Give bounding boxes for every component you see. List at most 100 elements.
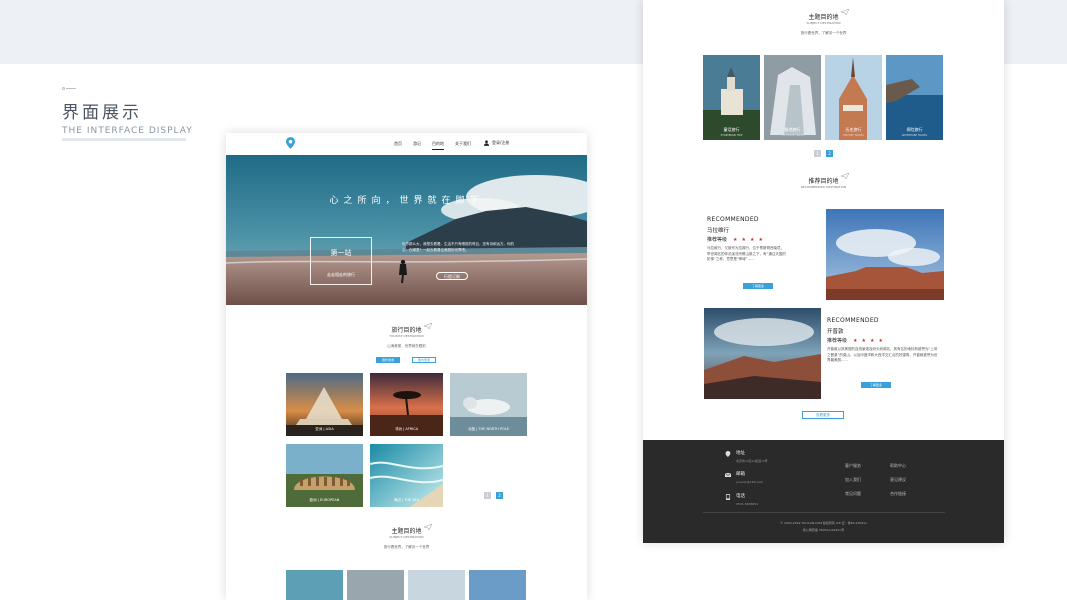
hero-box-subtitle: 走走相走的旅行 bbox=[327, 272, 355, 277]
star-rating-icon: ★★★★ bbox=[733, 236, 767, 243]
domestic-travel-button[interactable]: 国内旅游 bbox=[412, 357, 436, 363]
card-label-cn: 海边 bbox=[393, 498, 401, 502]
footer-phone-value: 0531-5465654 bbox=[736, 502, 759, 506]
star-rating-icon: ★★★★ bbox=[853, 337, 887, 344]
subject-pagination: 1 2 bbox=[814, 150, 838, 157]
subject-section-desc: 旅行看世界，了解另一个世界 bbox=[383, 545, 430, 549]
footer-email-value[interactable]: youcan@163.com bbox=[736, 480, 763, 484]
hero-first-stop-box: 第一站 走走相走的旅行 bbox=[310, 237, 372, 285]
footer-phone-label: 电话 bbox=[736, 494, 745, 499]
recommend-tag: RECOMMENDED bbox=[827, 317, 879, 324]
card-label-en: STORYBOOK TRIP bbox=[720, 134, 743, 137]
subject-card-thumb[interactable] bbox=[347, 570, 404, 600]
footer-email-label: 邮箱 bbox=[736, 472, 745, 477]
location-pin-logo-icon[interactable] bbox=[286, 137, 295, 149]
hero-banner: 心之所向，世界就在脚下 第一站 走走相走的旅行 世界那么大，我想去看看。生活不只… bbox=[226, 155, 587, 305]
subject-card-storybook[interactable]: 童话旅行 STORYBOOK TRIP bbox=[703, 55, 760, 140]
tourist-pagination: 1 2 bbox=[484, 492, 508, 499]
footer-address-label: 地址 bbox=[736, 451, 745, 456]
footer-icp: 鲁公网安备 3505xxx024xx号 bbox=[802, 528, 845, 532]
destination-card-europe[interactable]: 欧洲 | EUROPEAN bbox=[286, 444, 363, 507]
nav-item-destinations[interactable]: 目的地 bbox=[432, 141, 444, 150]
destination-card-africa[interactable]: 非洲 | AFRICA bbox=[370, 373, 443, 436]
custom-trip-button[interactable]: 行程订制 bbox=[436, 272, 468, 280]
page-1-button[interactable]: 1 bbox=[484, 492, 491, 499]
paper-plane-icon bbox=[424, 524, 432, 530]
footer-link-customer-service[interactable]: 客户服务 bbox=[845, 463, 861, 469]
level-label: 推荐等级 bbox=[707, 237, 728, 243]
subject-card-polar[interactable]: 极地旅行 THE POLAR TRAVEL bbox=[764, 55, 821, 140]
subject-card-thumb[interactable] bbox=[286, 570, 343, 600]
card-label-en: THE SEA bbox=[404, 498, 420, 502]
top-navbar: 首页 游记 目的地 关于我们 登录/注册 bbox=[226, 133, 587, 155]
destination-card-asia[interactable]: 亚洲 | ASIA bbox=[286, 373, 363, 436]
user-icon bbox=[484, 140, 489, 146]
recommend-photo-capetown[interactable] bbox=[704, 308, 821, 399]
recommend-photo-canyon[interactable] bbox=[826, 209, 944, 300]
paper-plane-icon bbox=[841, 9, 849, 15]
footer-copyright: © 2003-2019 YOUCAN.COM 版权所有 ICP 证：鲁B2-20… bbox=[780, 521, 867, 525]
hero-beach-image bbox=[226, 155, 587, 305]
subject-section-title: 主题目的地 bbox=[391, 528, 422, 535]
card-label-en: AFRICA bbox=[405, 427, 419, 431]
recommend-desc: 马拉维行，又被作为拉姆行，位于蔡斯哥西南境，举世闻名的伴浓溪流宗教山脉之下，有“… bbox=[707, 246, 786, 261]
page-1-button[interactable]: 1 bbox=[814, 150, 821, 157]
learn-more-button[interactable]: 了解更多 bbox=[743, 283, 773, 289]
canyon-sky-image bbox=[826, 209, 944, 300]
card-label-en: ASIA bbox=[325, 427, 334, 431]
tourist-section-subtitle: TOURIST DESTINATION bbox=[389, 334, 424, 338]
footer-link-feedback[interactable]: 意见建议 bbox=[890, 477, 906, 483]
hero-box-title: 第一站 bbox=[330, 249, 352, 257]
hero-title: 心之所向，世界就在脚下 bbox=[329, 196, 484, 206]
homepage-mockup: 首页 游记 目的地 关于我们 登录/注册 心之所向，世界就在脚下 第一站 走走相… bbox=[226, 133, 587, 600]
view-more-button[interactable]: 查看更多 bbox=[802, 411, 844, 419]
location-pin-icon bbox=[725, 451, 731, 457]
card-label-cn: 非洲 bbox=[394, 427, 402, 431]
nav-menu: 首页 游记 目的地 关于我们 bbox=[394, 141, 482, 150]
footer-address: 地址北京市xx区xx街道xx号 bbox=[725, 450, 768, 463]
learn-more-button[interactable]: 了解更多 bbox=[861, 382, 891, 388]
footer-link-join-us[interactable]: 加入我们 bbox=[845, 477, 861, 483]
nav-item-travel-notes[interactable]: 游记 bbox=[413, 141, 421, 147]
subject-card-history[interactable]: 历史旅行 HISTORY TRAVEL bbox=[825, 55, 882, 140]
page-2-button[interactable]: 2 bbox=[496, 492, 503, 499]
recommend-level: 推荐等级 ★★★★ bbox=[707, 236, 767, 244]
card-label-cn: 北极 bbox=[468, 427, 476, 431]
card-label-en: THE POLAR TRAVEL bbox=[780, 134, 805, 137]
footer-address-value: 北京市xx区xx街道xx号 bbox=[736, 459, 768, 463]
card-label-cn: 探险旅行 bbox=[906, 127, 923, 132]
footer-link-help-center[interactable]: 帮助中心 bbox=[890, 463, 906, 469]
showcase-subtitle: THE INTERFACE DISPLAY bbox=[62, 126, 193, 136]
footer-divider bbox=[703, 512, 945, 513]
subject-section-desc: 旅行看世界，了解另一个世界 bbox=[800, 31, 847, 35]
footer-email: 邮箱 youcan@163.com bbox=[725, 471, 763, 484]
recommend-name: 开普敦 bbox=[827, 329, 844, 335]
login-link[interactable]: 登录/注册 bbox=[484, 140, 509, 146]
destination-card-sea[interactable]: 海边 | THE SEA bbox=[370, 444, 443, 507]
card-label-en: ADVENTURE TRAVEL bbox=[901, 134, 928, 137]
paper-plane-icon bbox=[424, 323, 432, 329]
card-label-cn: 历史旅行 bbox=[845, 127, 862, 132]
subject-card-thumb[interactable] bbox=[469, 570, 526, 600]
abroad-travel-button[interactable]: 国外旅游 bbox=[376, 357, 400, 363]
decoration-dots bbox=[62, 86, 76, 91]
recommend-name: 马拉维行 bbox=[707, 228, 730, 234]
card-label-en: THE NORTH POLE bbox=[478, 427, 509, 431]
destination-page-mockup: 主题目的地 SUBJECT DESTINATION 旅行看世界，了解另一个世界 … bbox=[643, 0, 1004, 543]
subject-card-adventure[interactable]: 探险旅行 ADVENTURE TRAVEL bbox=[886, 55, 943, 140]
subject-section-subtitle: SUBJECT DESTINATION bbox=[389, 535, 424, 539]
showcase-title: 界面展示 bbox=[62, 103, 142, 123]
recommended-section-title: 推荐目的地 bbox=[808, 178, 839, 185]
subject-card-thumb[interactable] bbox=[408, 570, 465, 600]
page-2-button[interactable]: 2 bbox=[826, 150, 833, 157]
nav-item-about[interactable]: 关于我们 bbox=[455, 141, 471, 147]
nav-item-home[interactable]: 首页 bbox=[394, 141, 402, 147]
footer-link-partners[interactable]: 合作链接 bbox=[890, 491, 906, 497]
mountain-view-image bbox=[704, 308, 821, 399]
destination-card-north-pole[interactable]: 北极 | THE NORTH POLE bbox=[450, 373, 527, 436]
showcase-underline bbox=[62, 138, 186, 141]
hero-description: 世界那么大，我想去看看。生活不只有眼前的苟且，还有诗和远方。你的心，在哪里？一起… bbox=[402, 242, 514, 252]
tourist-section-desc: 山海美丽，世界就在眼前 bbox=[387, 344, 426, 348]
footer-link-faq[interactable]: 常见问题 bbox=[845, 491, 861, 497]
login-label: 登录/注册 bbox=[492, 140, 510, 145]
